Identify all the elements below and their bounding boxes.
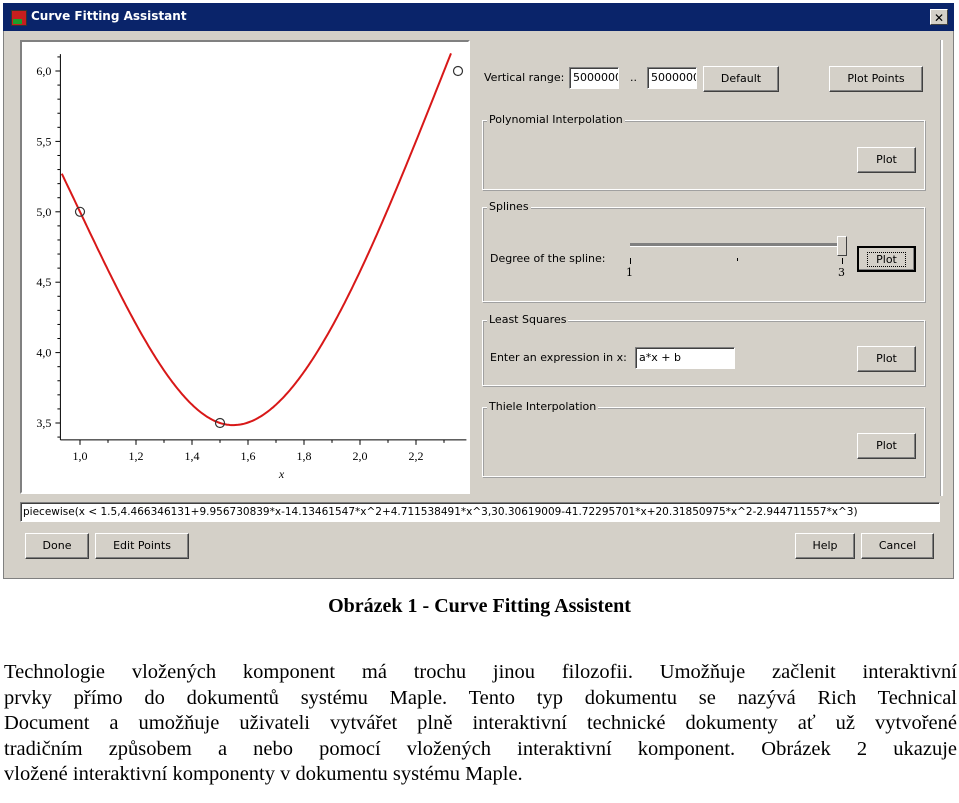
splines-legend: Splines: [487, 200, 531, 213]
slider-min-label: 1: [626, 266, 633, 279]
title-bar[interactable]: Curve Fitting Assistant ✕: [3, 3, 954, 31]
expression-label: Enter an expression in x:: [490, 351, 627, 364]
spline-degree-label: Degree of the spline:: [490, 252, 606, 265]
body-paragraph: Technologie vložených komponent má troch…: [4, 660, 957, 788]
splines-plot-label: Plot: [867, 252, 906, 267]
plot-area: 3,5 4,0 4,5 5,0 5,5 6,0 1,0 1,2 1,4 1,6 1,8 2,0 2,2 x: [20, 40, 470, 494]
close-button[interactable]: ✕: [930, 9, 948, 25]
range-max-input[interactable]: 5000000: [647, 67, 697, 89]
x-tick-label: 2,0: [353, 449, 368, 463]
slider-tick-min: [630, 258, 631, 264]
paragraph-line: vložené interaktivní komponenty v dokume…: [4, 763, 523, 785]
y-tick-label: 5,0: [36, 205, 51, 219]
vertical-range-label: Vertical range:: [484, 71, 565, 84]
result-expression-field[interactable]: piecewise(x < 1.5,4.466346131+9.95673083…: [20, 502, 940, 522]
range-separator: ..: [630, 71, 637, 84]
x-axis-label: x: [278, 467, 285, 481]
x-tick-label: 1,6: [241, 449, 256, 463]
splines-plot-button[interactable]: Plot: [857, 246, 916, 272]
least-squares-legend: Least Squares: [487, 313, 569, 326]
y-tick-label: 4,0: [36, 346, 51, 360]
y-tick-label: 5,5: [36, 134, 51, 148]
y-tick-label: 4,5: [36, 275, 51, 289]
expression-input[interactable]: a*x + b: [635, 347, 735, 369]
polynomial-legend: Polynomial Interpolation: [487, 113, 625, 126]
least-squares-plot-button[interactable]: Plot: [857, 346, 916, 372]
figure-caption: Obrázek 1 - Curve Fitting Assistent: [328, 595, 631, 617]
range-min-input[interactable]: 5000000: [569, 67, 619, 89]
y-tick-label: 3,5: [36, 416, 51, 430]
slider-max-label: 3: [838, 266, 845, 279]
edit-points-button[interactable]: Edit Points: [95, 533, 189, 559]
paragraph-line: tradičním způsobem a nebo pomocí vložený…: [4, 737, 957, 760]
spline-degree-slider[interactable]: [630, 243, 844, 247]
x-tick-label: 2,2: [409, 449, 424, 463]
slider-thumb[interactable]: [837, 236, 847, 256]
paragraph-line: Technologie vložených komponent má troch…: [4, 661, 957, 683]
data-point: [452, 65, 464, 77]
panel-divider: [940, 40, 943, 496]
window-title: Curve Fitting Assistant: [31, 9, 187, 23]
slider-tick-max: [842, 258, 843, 264]
maple-app-icon: [11, 10, 27, 26]
spline-curve: [60, 53, 452, 427]
thiele-plot-button[interactable]: Plot: [857, 433, 916, 459]
curve-chart: 3,5 4,0 4,5 5,0 5,5 6,0 1,0 1,2 1,4 1,6 1,8 2,0 2,2 x: [36, 53, 467, 481]
default-button[interactable]: Default: [703, 66, 779, 92]
paragraph-line: Document a umožňuje uživateli vytvářet p…: [4, 712, 957, 734]
help-button[interactable]: Help: [795, 533, 855, 559]
x-tick-label: 1,4: [185, 449, 200, 463]
x-tick-label: 1,0: [73, 449, 88, 463]
plot-points-button[interactable]: Plot Points: [829, 66, 923, 92]
thiele-legend: Thiele Interpolation: [487, 400, 599, 413]
cancel-button[interactable]: Cancel: [861, 533, 934, 559]
x-tick-label: 1,8: [297, 449, 312, 463]
y-tick-label: 6,0: [36, 64, 51, 78]
done-button[interactable]: Done: [25, 533, 89, 559]
polynomial-plot-button[interactable]: Plot: [857, 147, 916, 173]
slider-tick-mid: [737, 258, 738, 261]
paragraph-line: prvky přímo do dokumentů systému Maple. …: [4, 686, 957, 709]
x-tick-label: 1,2: [129, 449, 144, 463]
